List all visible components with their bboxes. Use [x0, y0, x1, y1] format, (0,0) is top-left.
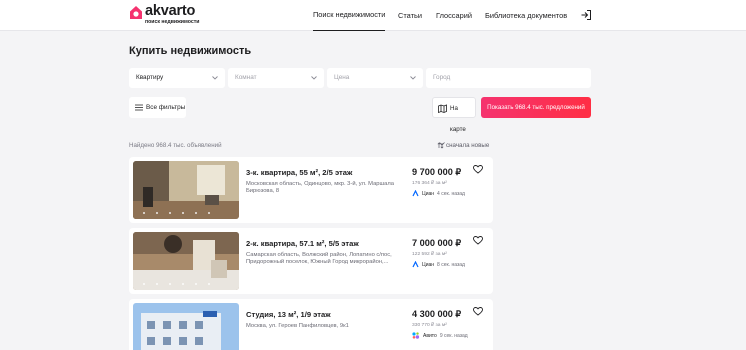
logo-house-icon [130, 6, 142, 19]
apartment-photo [133, 161, 239, 219]
avito-logo-icon [412, 332, 420, 339]
listing-price-per-m2: 122 592 ₽ за м² [412, 252, 447, 257]
listing-card[interactable]: 3-к. квартира, 55 м², 2/5 этаж Московска… [129, 157, 493, 223]
rooms-select[interactable]: Комнат [228, 68, 324, 88]
logo[interactable]: akvarto поиск недвижимости [129, 3, 209, 26]
price-select[interactable]: Цена [327, 68, 423, 88]
source-name: Циан [422, 190, 435, 197]
favorite-heart-icon[interactable] [473, 165, 483, 174]
listing-source: Циан 8 сек. назад [412, 261, 465, 268]
listing-price: 7 000 000 ₽ [412, 238, 462, 248]
results-count: Найдено 968.4 тыс. объявлений [129, 142, 222, 149]
sort-label: сначала новые [446, 142, 490, 149]
nav-glossary[interactable]: Глоссарий [436, 0, 472, 31]
listing-address: Московская область, Одинцово, мкр. 3-й, … [246, 181, 394, 195]
source-name: Циан [422, 261, 435, 268]
cian-logo-icon [412, 261, 419, 268]
chevron-down-icon [439, 142, 445, 146]
listing-address: Москва, ул. Героев Панфиловцев, 9к1 [246, 323, 349, 329]
nav-articles-label: Статьи [398, 11, 422, 20]
nav-documents-label: Библиотека документов [485, 11, 568, 20]
listing-photo[interactable] [133, 161, 239, 219]
city-placeholder: Город [433, 74, 451, 81]
listing-time: 4 сек. назад [437, 190, 465, 197]
building-photo [133, 303, 239, 350]
logo-text: akvarto [145, 3, 196, 19]
chevron-down-icon [311, 76, 317, 80]
listing-price: 9 700 000 ₽ [412, 167, 462, 177]
listing-photo[interactable] [133, 303, 239, 350]
all-filters-label: Все фильтры [146, 104, 186, 111]
login-icon[interactable] [580, 9, 592, 21]
nav-search[interactable]: Поиск недвижимости [313, 0, 386, 31]
listing-address: Самарская область, Волжский район, Лопат… [246, 252, 392, 266]
favorite-heart-icon[interactable] [473, 236, 483, 245]
show-offers-button[interactable]: Показать 968.4 тыс. предложений [481, 97, 591, 118]
property-type-value: Квартиру [136, 74, 164, 81]
property-type-select[interactable]: Квартиру [129, 68, 225, 88]
listing-price-per-m2: 176 364 ₽ за м² [412, 181, 447, 186]
listing-source: Циан 4 сек. назад [412, 190, 465, 197]
sort-select[interactable]: сначала новые [437, 142, 489, 149]
rooms-placeholder: Комнат [235, 74, 257, 81]
nav-search-label: Поиск недвижимости [313, 0, 386, 31]
chevron-down-icon [212, 76, 218, 80]
listing-source: Авито 9 сек. назад [412, 332, 468, 339]
nav-glossary-label: Глоссарий [436, 11, 472, 20]
photo-pagination [143, 283, 210, 285]
nav-documents[interactable]: Библиотека документов [485, 0, 567, 31]
all-filters-button[interactable]: Все фильтры [129, 97, 186, 118]
logo-subtitle: поиск недвижимости [145, 19, 200, 25]
city-input[interactable]: Город [426, 68, 591, 88]
page-title: Купить недвижимость [129, 45, 252, 57]
apartment-photo [133, 232, 239, 290]
listing-photo[interactable] [133, 232, 239, 290]
listing-time: 8 сек. назад [437, 261, 465, 268]
nav-articles[interactable]: Статьи [398, 0, 422, 31]
top-header: akvarto поиск недвижимости Поиск недвижи… [0, 0, 746, 31]
listing-title[interactable]: 3-к. квартира, 55 м², 2/5 этаж [246, 168, 352, 177]
map-icon [438, 104, 447, 113]
listing-card[interactable]: Студия, 13 м², 1/9 этаж Москва, ул. Геро… [129, 299, 493, 350]
map-label: На карте [450, 105, 466, 133]
chevron-down-icon [410, 76, 416, 80]
price-placeholder: Цена [334, 74, 350, 81]
listing-card[interactable]: 2-к. квартира, 57.1 м², 5/5 этаж Самарск… [129, 228, 493, 294]
listing-time: 9 сек. назад [439, 332, 468, 339]
listing-title[interactable]: 2-к. квартира, 57.1 м², 5/5 этаж [246, 239, 359, 248]
listing-title[interactable]: Студия, 13 м², 1/9 этаж [246, 310, 331, 319]
source-name: Авито [423, 332, 437, 339]
listing-price-per-m2: 330 770 ₽ за м² [412, 323, 447, 328]
listing-price: 4 300 000 ₽ [412, 309, 462, 319]
show-offers-label: Показать 968.4 тыс. предложений [487, 104, 585, 111]
cian-logo-icon [412, 190, 419, 197]
favorite-heart-icon[interactable] [473, 307, 483, 316]
filter-sliders-icon [135, 104, 143, 111]
photo-pagination [143, 212, 210, 214]
map-button[interactable]: На карте [432, 97, 476, 133]
